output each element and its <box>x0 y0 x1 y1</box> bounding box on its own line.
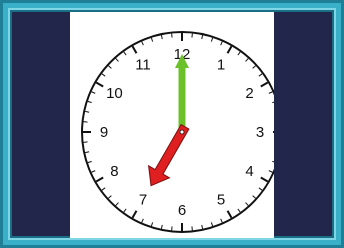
clock-numeral-9: 9 <box>100 124 108 141</box>
clock-numeral-1: 1 <box>217 56 225 73</box>
analog-clock: 121234567891011 <box>81 31 274 233</box>
clock-numeral-3: 3 <box>256 124 264 141</box>
clock-card: 121234567891011 <box>70 12 274 238</box>
left-side-panel <box>12 12 70 236</box>
clock-numeral-5: 5 <box>217 192 225 209</box>
right-side-panel <box>274 12 332 236</box>
clock-numeral-8: 8 <box>110 163 118 180</box>
clock-numeral-6: 6 <box>178 202 186 219</box>
clock-numeral-4: 4 <box>245 163 253 180</box>
clock-numeral-11: 11 <box>135 56 151 73</box>
center-pin <box>179 129 185 135</box>
clock-numeral-10: 10 <box>106 85 123 102</box>
clock-numeral-2: 2 <box>245 85 253 102</box>
clock-numeral-7: 7 <box>139 192 147 209</box>
